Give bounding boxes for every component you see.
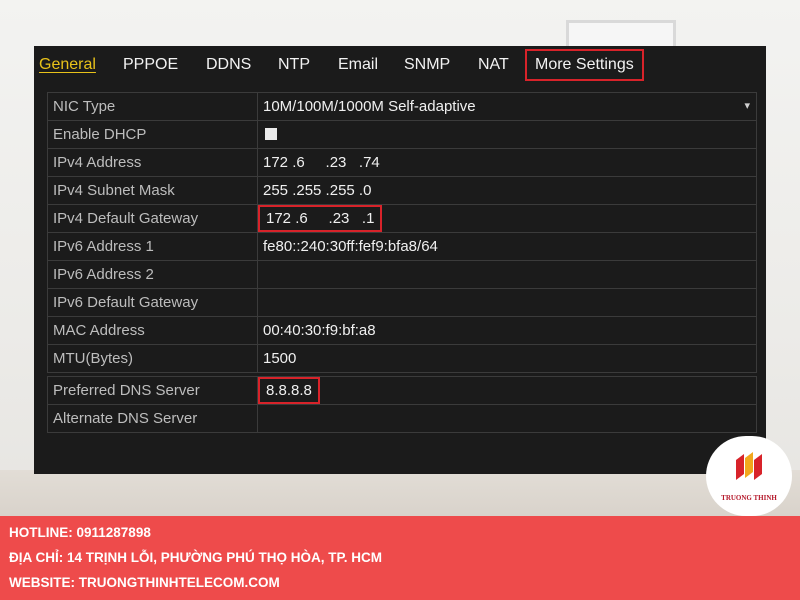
footer-hotline: HOTLINE: 0911287898 bbox=[9, 525, 151, 540]
ipv4-default-gateway-field[interactable]: 172 .6 .23 .1 bbox=[258, 205, 383, 232]
row-mac-address: MAC Address 00:40:30:f9:bf:a8 bbox=[48, 317, 756, 345]
enable-dhcp-checkbox[interactable] bbox=[265, 128, 277, 140]
ipv4-address-field[interactable]: 172 .6 .23 .74 bbox=[258, 149, 380, 176]
ipv4-subnet-mask-label: IPv4 Subnet Mask bbox=[48, 177, 258, 204]
ipv6-default-gateway-field[interactable] bbox=[258, 289, 263, 316]
alternate-dns-field[interactable] bbox=[258, 405, 263, 432]
ipv6-address-2-label: IPv6 Address 2 bbox=[48, 261, 258, 288]
footer-website: WEBSITE: TRUONGTHINHTELECOM.COM bbox=[9, 575, 280, 590]
mac-address-label: MAC Address bbox=[48, 317, 258, 344]
tab-ddns[interactable]: DDNS bbox=[206, 56, 251, 74]
network-settings-panel: General PPPOE DDNS NTP Email SNMP NAT Mo… bbox=[34, 46, 766, 474]
brand-logo: TRUONG THINH bbox=[706, 436, 792, 516]
footer-banner: HOTLINE: 0911287898 ĐỊA CHỈ: 14 TRỊNH LỖ… bbox=[0, 516, 800, 600]
row-ipv6-address-2: IPv6 Address 2 bbox=[48, 261, 756, 289]
tab-snmp[interactable]: SNMP bbox=[404, 56, 450, 74]
room-background bbox=[0, 470, 800, 520]
ipv6-address-2-field[interactable] bbox=[258, 261, 263, 288]
tab-bar: General PPPOE DDNS NTP Email SNMP NAT Mo… bbox=[34, 46, 766, 84]
tab-email[interactable]: Email bbox=[338, 56, 378, 74]
row-alternate-dns: Alternate DNS Server bbox=[48, 405, 756, 432]
row-ipv6-default-gateway: IPv6 Default Gateway bbox=[48, 289, 756, 317]
tab-pppoe[interactable]: PPPOE bbox=[123, 56, 178, 74]
mtu-label: MTU(Bytes) bbox=[48, 345, 258, 372]
tab-more-settings[interactable]: More Settings bbox=[525, 49, 644, 81]
brand-name: TRUONG THINH bbox=[721, 494, 777, 502]
tab-general[interactable]: General bbox=[39, 56, 96, 74]
tab-ntp[interactable]: NTP bbox=[278, 56, 310, 74]
nic-type-select[interactable]: 10M/100M/1000M Self-adaptive bbox=[258, 93, 476, 120]
row-mtu: MTU(Bytes) 1500 bbox=[48, 345, 756, 372]
enable-dhcp-label: Enable DHCP bbox=[48, 121, 258, 148]
ipv6-address-1-field[interactable]: fe80::240:30ff:fef9:bfa8/64 bbox=[258, 233, 438, 260]
ipv4-address-label: IPv4 Address bbox=[48, 149, 258, 176]
dns-settings-table: Preferred DNS Server 8.8.8.8 Alternate D… bbox=[47, 376, 757, 433]
row-ipv4-address: IPv4 Address 172 .6 .23 .74 bbox=[48, 149, 756, 177]
row-enable-dhcp: Enable DHCP bbox=[48, 121, 756, 149]
preferred-dns-field[interactable]: 8.8.8.8 bbox=[258, 377, 320, 404]
mtu-field[interactable]: 1500 bbox=[258, 345, 296, 372]
tab-nat[interactable]: NAT bbox=[478, 56, 509, 74]
preferred-dns-label: Preferred DNS Server bbox=[48, 377, 258, 404]
ipv4-subnet-mask-field[interactable]: 255 .255 .255 .0 bbox=[258, 177, 371, 204]
ipv6-address-1-label: IPv6 Address 1 bbox=[48, 233, 258, 260]
row-ipv4-default-gateway: IPv4 Default Gateway 172 .6 .23 .1 bbox=[48, 205, 756, 233]
brand-mark-icon bbox=[736, 452, 762, 480]
row-preferred-dns: Preferred DNS Server 8.8.8.8 bbox=[48, 377, 756, 405]
chevron-down-icon[interactable]: ▾ bbox=[744, 93, 750, 120]
ipv4-default-gateway-label: IPv4 Default Gateway bbox=[48, 205, 258, 232]
row-ipv6-address-1: IPv6 Address 1 fe80::240:30ff:fef9:bfa8/… bbox=[48, 233, 756, 261]
row-nic-type[interactable]: NIC Type 10M/100M/1000M Self-adaptive ▾ bbox=[48, 93, 756, 121]
footer-address: ĐỊA CHỈ: 14 TRỊNH LỖI, PHƯỜNG PHÚ THỌ HÒ… bbox=[9, 550, 382, 565]
nic-type-label: NIC Type bbox=[48, 93, 258, 120]
mac-address-value: 00:40:30:f9:bf:a8 bbox=[263, 322, 376, 339]
row-ipv4-subnet-mask: IPv4 Subnet Mask 255 .255 .255 .0 bbox=[48, 177, 756, 205]
network-settings-table: NIC Type 10M/100M/1000M Self-adaptive ▾ … bbox=[47, 92, 757, 373]
ipv6-default-gateway-label: IPv6 Default Gateway bbox=[48, 289, 258, 316]
alternate-dns-label: Alternate DNS Server bbox=[48, 405, 258, 432]
